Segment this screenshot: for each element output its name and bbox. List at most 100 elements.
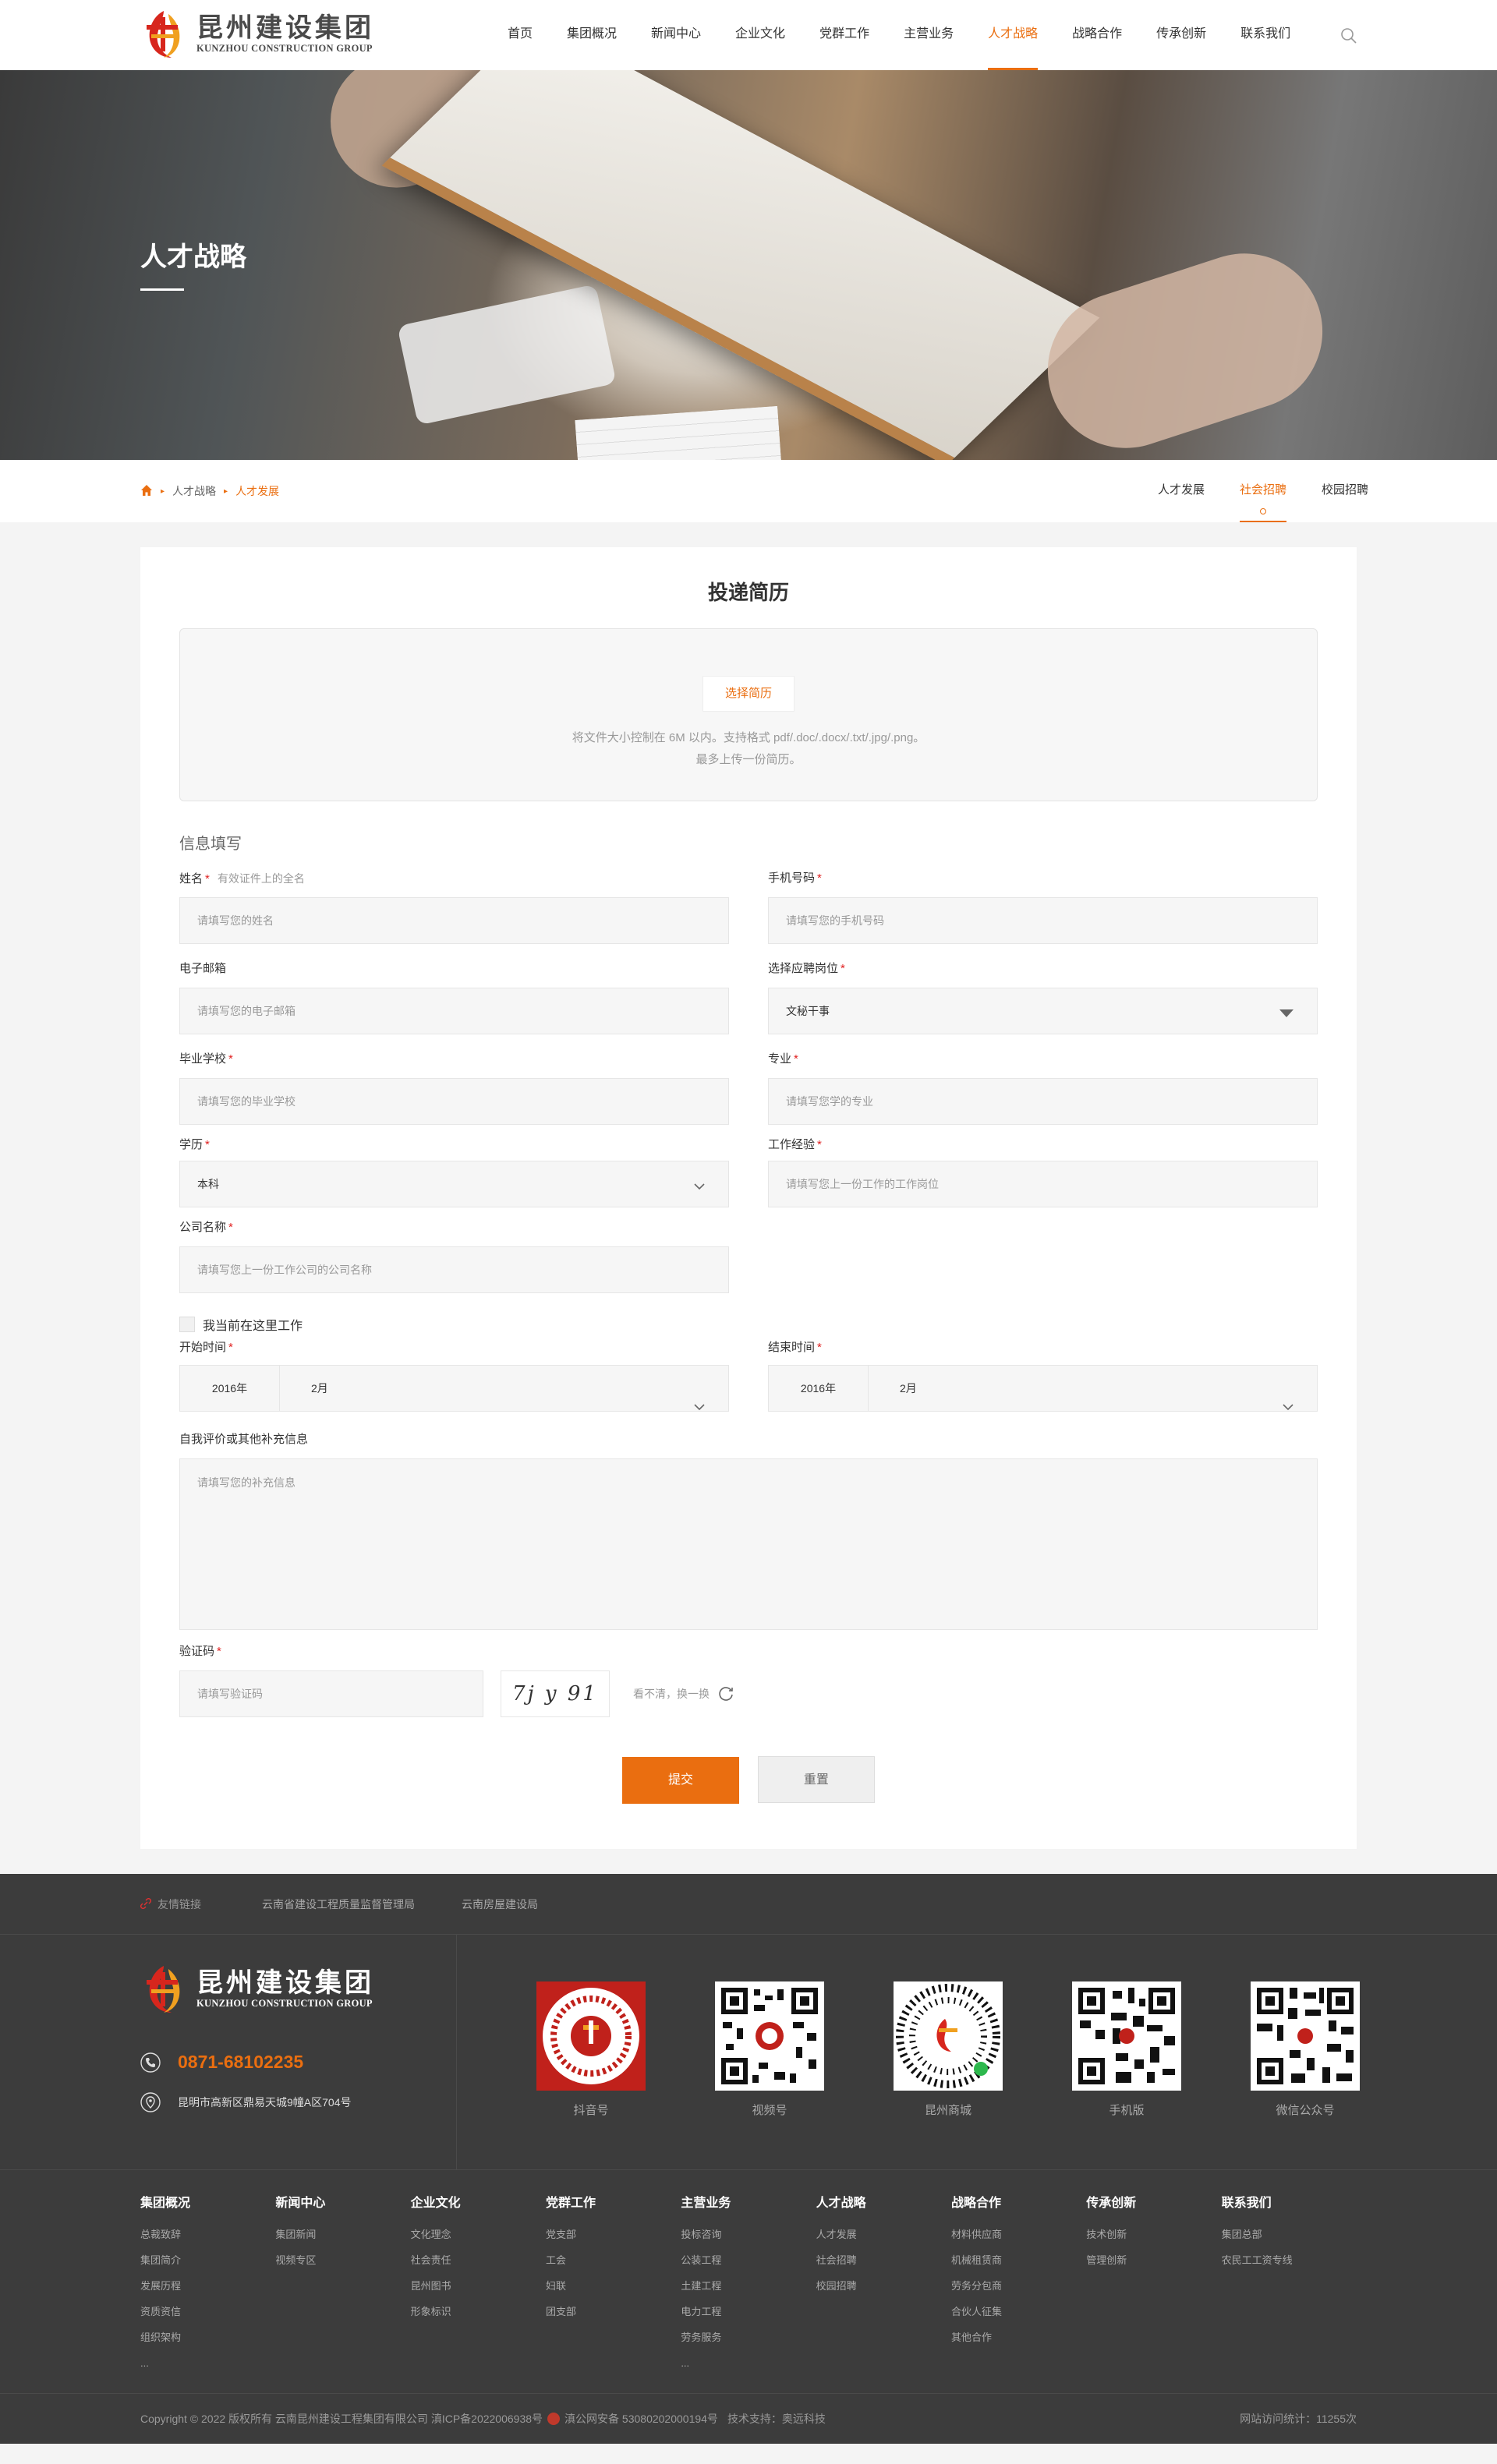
name-input[interactable]: 请填写您的姓名 — [179, 897, 729, 944]
education-select[interactable]: 本科 — [179, 1161, 729, 1207]
footer-link[interactable]: 公装工程 — [681, 2247, 816, 2273]
footer-contact: 昆州建设集团 KUNZHOU CONSTRUCTION GROUP 0871-6… — [140, 1935, 457, 2170]
footer-phone: 0871-68102235 — [140, 2052, 303, 2073]
footer-link[interactable]: 发展历程 — [140, 2273, 275, 2299]
subtab-social-recruitment[interactable]: 社会招聘 — [1240, 460, 1287, 522]
end-month-select[interactable]: 2月 — [869, 1366, 1317, 1411]
footer-link[interactable]: 总裁致辞 — [140, 2222, 275, 2247]
comment-textarea[interactable]: 请填写您的补充信息 — [179, 1458, 1318, 1630]
qrcode-mall[interactable]: 昆州商城 — [894, 1981, 1003, 2118]
footer-link[interactable]: 视频专区 — [275, 2247, 410, 2273]
footer-link[interactable]: 其他合作 — [951, 2324, 1086, 2350]
search-icon[interactable] — [1340, 27, 1358, 45]
end-date-picker: 2016年 2月 — [768, 1365, 1318, 1412]
nav-business[interactable]: 主营业务 — [895, 0, 962, 70]
footer-link[interactable]: 资质资信 — [140, 2299, 275, 2324]
footer-link[interactable]: 社会招聘 — [816, 2247, 951, 2273]
experience-input[interactable]: 请填写您上一份工作的工作岗位 — [768, 1161, 1318, 1207]
logo-emblem-icon — [140, 1961, 192, 2016]
footer-column-title[interactable]: 新闻中心 — [275, 2192, 410, 2211]
footer-link[interactable]: 组织架构 — [140, 2324, 275, 2350]
footer-link[interactable]: 土建工程 — [681, 2273, 816, 2299]
footer-column-title[interactable]: 主营业务 — [681, 2192, 816, 2211]
footer-logo[interactable]: 昆州建设集团 KUNZHOU CONSTRUCTION GROUP — [140, 1961, 374, 2016]
subtab-talent-development[interactable]: 人才发展 — [1158, 460, 1205, 522]
choose-resume-button[interactable]: 选择简历 — [702, 676, 795, 712]
footer-link[interactable]: 机械租赁商 — [951, 2247, 1086, 2273]
school-input[interactable]: 请填写您的毕业学校 — [179, 1078, 729, 1125]
nav-home[interactable]: 首页 — [499, 0, 541, 70]
submit-button[interactable]: 提交 — [622, 1757, 740, 1804]
footer-column-title[interactable]: 联系我们 — [1222, 2192, 1357, 2211]
footer-link[interactable]: 集团简介 — [140, 2247, 275, 2273]
breadcrumb-item[interactable]: 人才战略 — [172, 483, 216, 499]
major-input[interactable]: 请填写您学的专业 — [768, 1078, 1318, 1125]
friend-link[interactable]: 云南省建设工程质量监督管理局 — [262, 1897, 415, 1912]
company-input[interactable]: 请填写您上一份工作公司的公司名称 — [179, 1246, 729, 1293]
footer-link[interactable]: 社会责任 — [411, 2247, 546, 2273]
nav-cooperation[interactable]: 战略合作 — [1063, 0, 1131, 70]
footer-link[interactable]: ... — [140, 2350, 275, 2376]
current-job-checkbox[interactable] — [179, 1317, 195, 1332]
footer-link[interactable]: 农民工工资专线 — [1222, 2247, 1357, 2273]
footer-column-title[interactable]: 人才战略 — [816, 2192, 951, 2211]
footer-link[interactable]: 电力工程 — [681, 2299, 816, 2324]
current-job-checkbox-row[interactable]: 我当前在这里工作 — [179, 1315, 1318, 1334]
phone-input[interactable]: 请填写您的手机号码 — [768, 897, 1318, 944]
captcha-refresh-link[interactable]: 看不清，换一换 — [633, 1684, 734, 1704]
police-record-link[interactable]: 滇公网安备 53080202000194号 — [564, 2411, 718, 2427]
footer-link[interactable]: 合伙人征集 — [951, 2299, 1086, 2324]
footer-link[interactable]: 人才发展 — [816, 2222, 951, 2247]
reset-button[interactable]: 重置 — [757, 1756, 875, 1803]
nav-culture[interactable]: 企业文化 — [727, 0, 794, 70]
footer-link[interactable]: 党支部 — [546, 2222, 681, 2247]
start-month-select[interactable]: 2月 — [280, 1366, 728, 1411]
footer-column-title[interactable]: 传承创新 — [1086, 2192, 1221, 2211]
footer-link[interactable]: 昆州图书 — [411, 2273, 546, 2299]
nav-talent[interactable]: 人才战略 — [979, 0, 1046, 70]
end-year-select[interactable]: 2016年 — [769, 1366, 869, 1411]
position-select[interactable]: 文秘干事 — [768, 988, 1318, 1034]
captcha-image[interactable]: 7j y 91 — [501, 1670, 610, 1717]
nav-group-overview[interactable]: 集团概况 — [558, 0, 625, 70]
start-year-select[interactable]: 2016年 — [180, 1366, 280, 1411]
nav-contact[interactable]: 联系我们 — [1232, 0, 1299, 70]
nav-news[interactable]: 新闻中心 — [642, 0, 710, 70]
footer-link[interactable]: 技术创新 — [1086, 2222, 1221, 2247]
main-nav: 首页 集团概况 新闻中心 企业文化 党群工作 主营业务 人才战略 战略合作 传承… — [499, 0, 1316, 70]
qrcode-wechat[interactable]: 微信公众号 — [1251, 1981, 1360, 2118]
logo-en-text: KUNZHOU CONSTRUCTION GROUP — [196, 42, 373, 54]
resume-upload-area[interactable]: 选择简历 将文件大小控制在 6M 以内。支持格式 pdf/.doc/.docx/… — [179, 628, 1318, 801]
footer-link[interactable]: 团支部 — [546, 2299, 681, 2324]
nav-innovation[interactable]: 传承创新 — [1148, 0, 1215, 70]
captcha-input[interactable]: 请填写验证码 — [179, 1670, 483, 1717]
footer-link[interactable]: 文化理念 — [411, 2222, 546, 2247]
footer-link[interactable]: 投标咨询 — [681, 2222, 816, 2247]
footer-column-title[interactable]: 企业文化 — [411, 2192, 546, 2211]
site-logo[interactable]: 昆州建设集团 KUNZHOU CONSTRUCTION GROUP — [140, 6, 374, 61]
footer-column-title[interactable]: 党群工作 — [546, 2192, 681, 2211]
qrcode-mobile[interactable]: 手机版 — [1072, 1981, 1181, 2118]
footer-link[interactable]: 劳务服务 — [681, 2324, 816, 2350]
qrcode-douyin[interactable]: 抖音号 — [536, 1981, 646, 2118]
footer-link[interactable]: ... — [681, 2350, 816, 2376]
nav-party-work[interactable]: 党群工作 — [811, 0, 878, 70]
breadcrumb-current[interactable]: 人才发展 — [235, 483, 279, 499]
footer-link[interactable]: 集团新闻 — [275, 2222, 410, 2247]
footer-link[interactable]: 形象标识 — [411, 2299, 546, 2324]
footer-link[interactable]: 劳务分包商 — [951, 2273, 1086, 2299]
friend-link[interactable]: 云南房屋建设局 — [462, 1897, 538, 1912]
footer-column-title[interactable]: 集团概况 — [140, 2192, 275, 2211]
footer-link[interactable]: 材料供应商 — [951, 2222, 1086, 2247]
footer-column-title[interactable]: 战略合作 — [951, 2192, 1086, 2211]
subtab-campus-recruitment[interactable]: 校园招聘 — [1322, 460, 1368, 522]
footer-link[interactable]: 工会 — [546, 2247, 681, 2273]
footer-link[interactable]: 妇联 — [546, 2273, 681, 2299]
footer-link[interactable]: 集团总部 — [1222, 2222, 1357, 2247]
footer-link[interactable]: 管理创新 — [1086, 2247, 1221, 2273]
footer-link[interactable]: 校园招聘 — [816, 2273, 951, 2299]
qrcode-video[interactable]: 视频号 — [715, 1981, 824, 2118]
home-icon[interactable] — [140, 484, 153, 499]
email-input[interactable]: 请填写您的电子邮箱 — [179, 988, 729, 1034]
required-mark: * — [228, 1052, 233, 1066]
